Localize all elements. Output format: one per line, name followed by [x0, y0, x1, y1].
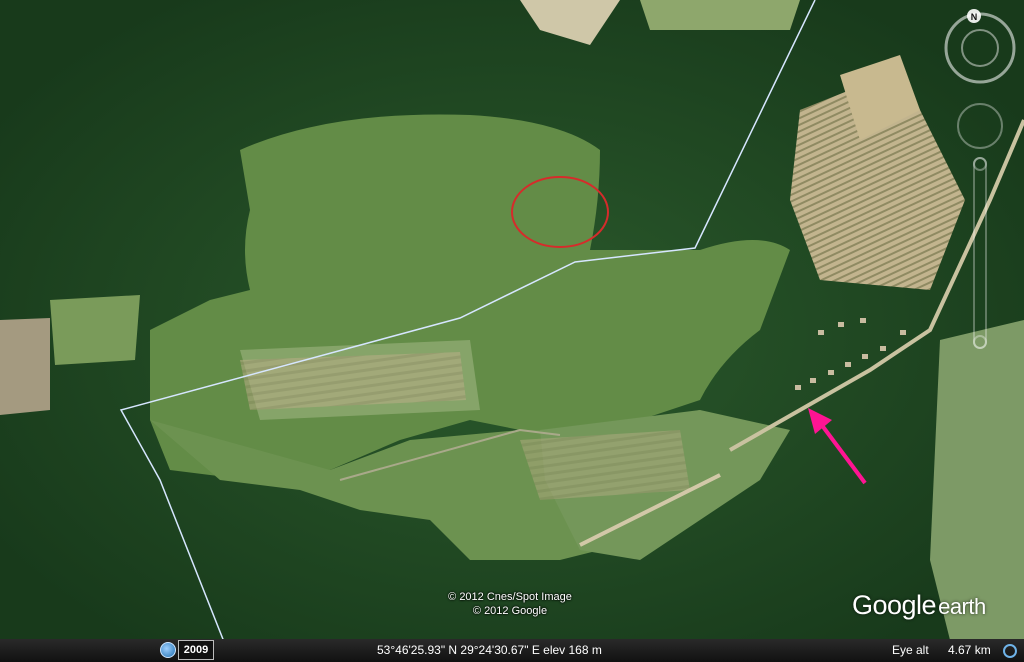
attribution-line-1: © 2012 Cnes/Spot Image	[448, 591, 572, 603]
map-viewport[interactable]: N © 2012 Cnes/Spot Image © 2012 Google G…	[0, 0, 1024, 662]
imagery-attribution: © 2012 Cnes/Spot Image © 2012 Google	[380, 590, 640, 618]
logo-earth: earth	[938, 594, 986, 619]
logo-google: Google	[852, 590, 937, 620]
coordinates-readout: 53°46'25.93" N 29°24'30.67" E elev 168 m	[377, 643, 602, 657]
streaming-icon	[1003, 644, 1017, 658]
eye-alt-value: 4.67 km	[948, 643, 991, 657]
look-joystick-icon[interactable]	[957, 103, 1003, 149]
navigation-controls[interactable]: N	[940, 8, 1020, 358]
status-bar: 53°46'25.93" N 29°24'30.67" E elev 168 m…	[0, 639, 1024, 662]
satellite-imagery	[0, 0, 1024, 662]
compass-icon[interactable]: N	[944, 9, 1016, 84]
attribution-line-2: © 2012 Google	[472, 605, 548, 617]
zoom-slider-icon[interactable]	[973, 157, 987, 349]
eye-alt-label: Eye alt	[892, 643, 929, 657]
history-icon[interactable]	[160, 642, 176, 658]
imagery-year[interactable]: 2009	[178, 640, 214, 660]
google-earth-logo: Googleearth	[852, 590, 986, 621]
north-label: N	[971, 12, 978, 22]
